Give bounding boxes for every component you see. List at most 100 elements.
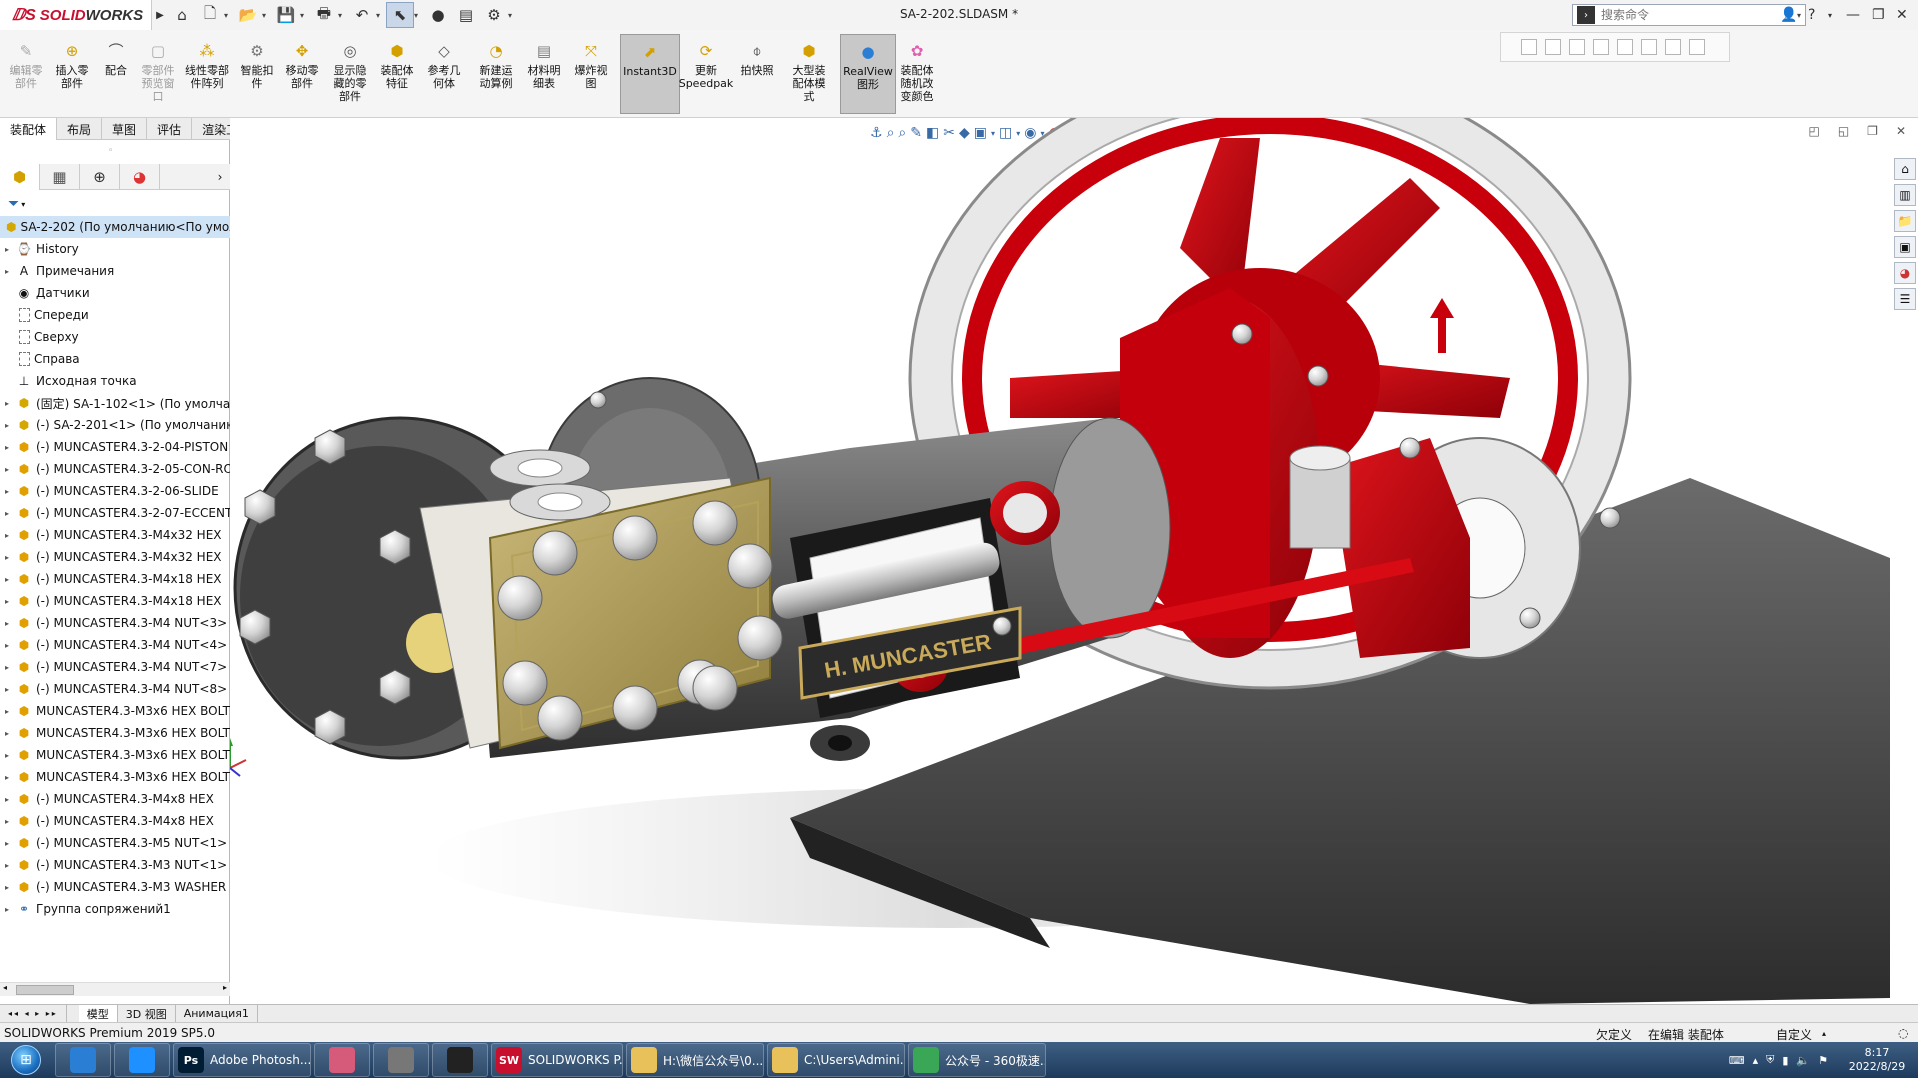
appearances-icon[interactable]: ◕ xyxy=(1894,262,1916,284)
taskbar-item[interactable]: 公众号 - 360极速... xyxy=(908,1043,1046,1077)
ribbon-button[interactable]: ✎ 编辑零 部件 xyxy=(4,34,48,114)
units-selector[interactable]: 自定义 xyxy=(1776,1026,1812,1043)
expand-arrow-icon[interactable]: ▸ xyxy=(0,795,14,804)
taskbar-item[interactable] xyxy=(314,1043,370,1077)
annotation-icon[interactable] xyxy=(1689,39,1705,55)
tree-item[interactable]: ▸ ⬢ (-) MUNCASTER4.3-M4 NUT<8> xyxy=(0,678,230,700)
user-icon[interactable]: 👤 xyxy=(1780,4,1797,26)
ribbon-button[interactable]: ⬢ 大型装 配体模 式 xyxy=(782,34,836,114)
annotation-icon[interactable] xyxy=(1617,39,1633,55)
expand-arrow-icon[interactable]: ▸ xyxy=(0,905,14,914)
expand-arrow-icon[interactable]: ▸ xyxy=(0,509,14,518)
tree-item[interactable]: ▸ ⬢ (-) MUNCASTER4.3-M4x8 HEX xyxy=(0,788,230,810)
tab-nav-arrows-icon[interactable]: ◂◂ ◂ ▸ ▸▸ xyxy=(0,1004,67,1023)
command-tab[interactable]: 装配体 xyxy=(0,118,58,140)
tree-item[interactable]: ▸ ⬢ (-) MUNCASTER4.3-M4x8 HEX xyxy=(0,810,230,832)
tree-item[interactable]: ▸ ⬢ (-) MUNCASTER4.3-M5 NUT<1> xyxy=(0,832,230,854)
network-icon[interactable]: ▮ xyxy=(1782,1054,1788,1067)
tree-item[interactable]: ▸ ⬢ MUNCASTER4.3-M3x6 HEX BOLT xyxy=(0,766,230,788)
ribbon-button[interactable]: ▤ 材料明 细表 xyxy=(522,34,566,114)
tree-item[interactable]: ⊥ Исходная точка xyxy=(0,370,230,392)
ribbon-button[interactable]: ▢ 零部件 预览窗 口 xyxy=(138,34,178,114)
tree-item[interactable]: ▸ ⬢ (-) MUNCASTER4.3-M4 NUT<7> xyxy=(0,656,230,678)
taskbar-item[interactable] xyxy=(373,1043,429,1077)
view-palette-icon[interactable]: ▣ xyxy=(1894,236,1916,258)
expand-arrow-icon[interactable]: ▸ xyxy=(0,553,14,562)
keyboard-icon[interactable]: ⌨ xyxy=(1729,1054,1745,1067)
ribbon-button[interactable]: ◎ 显示隐 藏的零 部件 xyxy=(326,34,374,114)
tree-item[interactable]: ▸ ⬢ MUNCASTER4.3-M3x6 HEX BOLT xyxy=(0,700,230,722)
note-icon[interactable] xyxy=(1521,39,1537,55)
expand-arrow-icon[interactable]: ▸ xyxy=(0,465,14,474)
solidworks-logo[interactable]: ⅅS SOLID WORKS xyxy=(0,0,152,30)
ribbon-button[interactable]: ⤧ 爆炸视 图 xyxy=(568,34,614,114)
tree-item[interactable]: ▸ ⬢ (-) MUNCASTER4.3-2-07-ECCENTRIC xyxy=(0,502,230,524)
ribbon-button[interactable]: ⬢ 装配体 特征 xyxy=(376,34,418,114)
expand-arrow-icon[interactable]: ▸ xyxy=(0,267,14,276)
command-tab[interactable]: 评估 xyxy=(147,118,193,140)
tree-item[interactable]: ▸ ⬢ (-) MUNCASTER4.3-M3 NUT<1> xyxy=(0,854,230,876)
ribbon-button[interactable]: ◔ 新建运 动算例 xyxy=(472,34,520,114)
tree-item[interactable]: ▸ ⬢ MUNCASTER4.3-M3x6 HEX BOLT xyxy=(0,722,230,744)
expand-arrow-icon[interactable]: ▸ xyxy=(0,245,14,254)
ribbon-button[interactable]: ◇ 参考几 何体 xyxy=(420,34,468,114)
tree-item[interactable]: ▸ ⬢ (-) MUNCASTER4.3-2-04-PISTON xyxy=(0,436,230,458)
select-icon[interactable]: ⬉ xyxy=(386,2,414,28)
chevron-up-icon[interactable]: ▴ xyxy=(1822,1029,1826,1038)
file-properties-icon[interactable]: ▤ xyxy=(452,2,480,28)
open-icon[interactable]: 📂 xyxy=(234,2,262,28)
chevron-down-icon[interactable]: ▾ xyxy=(21,200,25,209)
expand-arrow-icon[interactable]: ▸ xyxy=(0,597,14,606)
scrollbar-thumb[interactable] xyxy=(16,985,74,995)
home-icon[interactable]: ⌂ xyxy=(168,2,196,28)
search-input[interactable] xyxy=(1599,7,1749,23)
tray-expand-icon[interactable]: ▴ xyxy=(1753,1054,1759,1067)
ribbon-button[interactable]: ✿ 装配体 随机改 变颜色 xyxy=(892,34,942,114)
expand-arrow-icon[interactable]: ▸ xyxy=(0,399,14,408)
tree-item[interactable]: ▸ ⬢ (-) MUNCASTER4.3-M4x18 HEX xyxy=(0,568,230,590)
clock[interactable]: 8:17 2022/8/29 xyxy=(1842,1046,1912,1074)
annotation-icon[interactable] xyxy=(1641,39,1657,55)
taskbar-item[interactable] xyxy=(55,1043,111,1077)
graphics-area[interactable]: ⚓ ⌕ ⌕ ✎ ◧ ✂ ◆ ▣▾ ◫▾ ◉▾ ◕ ▦▾ 🖵▾ ◰ ◱ ❐ ✕ xyxy=(230,118,1918,1004)
tree-item[interactable]: ▸ ⌚ History xyxy=(0,238,230,260)
tree-item[interactable]: ▸ ⬢ (-) MUNCASTER4.3-M3 WASHER xyxy=(0,876,230,898)
design-library-icon[interactable]: ▥ xyxy=(1894,184,1916,206)
expand-arrow-icon[interactable]: ▸ xyxy=(0,861,14,870)
tree-item[interactable]: Сверху xyxy=(0,326,230,348)
viewport-close-icon[interactable]: ✕ xyxy=(1896,124,1906,138)
help-icon[interactable]: ? xyxy=(1808,4,1815,26)
ribbon-button[interactable]: ⁂ 线性零部 件阵列 xyxy=(180,34,234,114)
expand-arrow-icon[interactable]: ▸ xyxy=(0,707,14,716)
expand-arrow-icon[interactable]: ▸ xyxy=(0,751,14,760)
tree-item[interactable]: ▸ ⚭ Группа сопряжений1 xyxy=(0,898,230,920)
ribbon-button[interactable]: ⟳ 更新 Speedpak xyxy=(679,34,734,114)
status-bar-help-icon[interactable]: ◌ xyxy=(1898,1026,1908,1040)
expand-arrow-icon[interactable]: ▸ xyxy=(0,487,14,496)
tree-item[interactable]: ▸ ⬢ (-) MUNCASTER4.3-M4x32 HEX xyxy=(0,524,230,546)
command-tab[interactable]: 布局 xyxy=(57,118,103,140)
tree-item[interactable]: ▸ ⬢ (-) MUNCASTER4.3-2-06-SLIDE xyxy=(0,480,230,502)
expand-arrow-icon[interactable]: ▸ xyxy=(0,421,14,430)
scroll-left-icon[interactable]: ◂ xyxy=(3,983,7,992)
tree-item[interactable]: ▸ ⬢ (-) SA-2-201<1> (По умолчанию) xyxy=(0,414,230,436)
tree-item[interactable]: ▸ ⬢ (固定) SA-1-102<1> (По умолчанию) xyxy=(0,392,230,414)
new-document-icon[interactable]: 🗋 xyxy=(196,2,224,28)
traffic-light-icon[interactable]: ● xyxy=(424,2,452,28)
tree-item[interactable]: ▸ ⬢ (-) MUNCASTER4.3-M4 NUT<3> xyxy=(0,612,230,634)
ribbon-button[interactable]: ⬈ Instant3D xyxy=(620,34,680,114)
expand-arrow-icon[interactable]: ▸ xyxy=(0,773,14,782)
tree-item[interactable]: ▸ ⬢ (-) MUNCASTER4.3-M4x18 HEX xyxy=(0,590,230,612)
menu-expand-icon[interactable]: ▶ xyxy=(152,0,168,30)
annotation-icon[interactable] xyxy=(1569,39,1585,55)
expand-arrow-icon[interactable]: ▸ xyxy=(0,641,14,650)
options-gear-icon[interactable]: ⚙ xyxy=(480,2,508,28)
ribbon-button[interactable]: ⌒ 配合 xyxy=(96,34,136,114)
expand-arrow-icon[interactable]: ▸ xyxy=(0,817,14,826)
minimize-window-icon[interactable]: — xyxy=(1846,4,1860,26)
chevron-down-icon[interactable]: ▾ xyxy=(1828,4,1832,26)
save-icon[interactable]: 💾 xyxy=(272,2,300,28)
command-tab[interactable]: 草图 xyxy=(102,118,148,140)
featuremanager-tab-icon[interactable]: ⬢ xyxy=(0,164,40,190)
chevron-down-icon[interactable]: ▾ xyxy=(508,11,518,20)
